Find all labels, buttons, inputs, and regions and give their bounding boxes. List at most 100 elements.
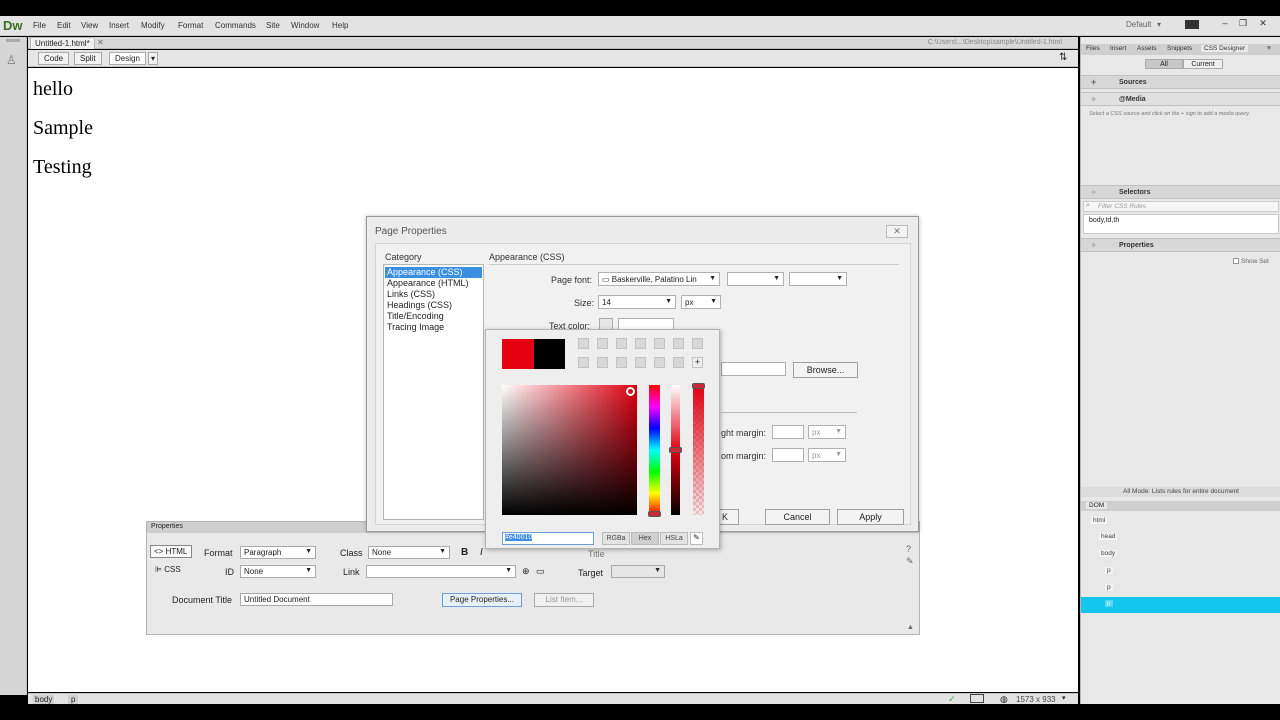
code-view-button[interactable]: Code	[38, 52, 70, 65]
background-image-input[interactable]	[721, 362, 786, 376]
view-options-dropdown[interactable]: ▾	[148, 52, 159, 65]
menu-file[interactable]: File	[33, 21, 46, 30]
add-swatch-icon[interactable]: +	[692, 357, 703, 368]
file-management-icon[interactable]: ⇅	[1059, 52, 1067, 63]
hue-slider[interactable]	[649, 385, 660, 515]
hue-slider-knob[interactable]	[648, 511, 661, 517]
dom-node-p-selected[interactable]: p	[1105, 600, 1113, 607]
right-margin-input[interactable]	[772, 425, 804, 439]
bottom-margin-input[interactable]	[772, 448, 804, 462]
chevron-down-icon[interactable]: ▾	[1062, 694, 1066, 702]
document-title-input[interactable]: Untitled Document	[240, 593, 393, 606]
category-appearance-html[interactable]: Appearance (HTML)	[385, 278, 482, 289]
class-select[interactable]: None ▼	[368, 546, 450, 559]
help-icon[interactable]: ?	[906, 544, 911, 554]
recent-swatch[interactable]	[654, 357, 665, 368]
link-input[interactable]: ▼	[366, 565, 516, 578]
sources-header[interactable]: + Sources	[1081, 75, 1280, 89]
user-icon[interactable]: ♙	[6, 53, 17, 67]
design-view-button[interactable]: Design	[109, 52, 146, 65]
desktop-size-icon[interactable]	[970, 694, 984, 703]
tab-css-designer[interactable]: CSS Designer	[1201, 45, 1249, 52]
tag-selector-p[interactable]: p	[68, 695, 79, 704]
panel-menu-icon[interactable]: ≡	[1267, 45, 1271, 52]
menu-edit[interactable]: Edit	[57, 21, 71, 30]
italic-button[interactable]: I	[480, 547, 483, 558]
tag-selector-body[interactable]: body	[33, 695, 55, 704]
selector-item[interactable]: body,td,th	[1089, 217, 1119, 224]
paragraph-sample[interactable]: Sample	[33, 117, 93, 140]
recent-swatch[interactable]	[578, 357, 589, 368]
collapse-handle[interactable]	[6, 39, 20, 42]
previous-color-swatch[interactable]	[534, 339, 565, 369]
bold-button[interactable]: B	[461, 547, 468, 558]
eyedropper-icon[interactable]: ✎	[690, 532, 703, 545]
alpha-slider[interactable]	[693, 385, 704, 515]
close-icon[interactable]: ✕	[1256, 18, 1270, 30]
font-style-select[interactable]: ▼	[727, 272, 784, 286]
size-select[interactable]: 14 ▼	[598, 295, 676, 309]
recent-swatch[interactable]	[616, 338, 627, 349]
category-title-encoding[interactable]: Title/Encoding	[385, 311, 482, 322]
recent-swatch[interactable]	[673, 338, 684, 349]
category-appearance-css[interactable]: Appearance (CSS)	[385, 267, 482, 278]
menu-modify[interactable]: Modify	[141, 21, 165, 30]
menu-format[interactable]: Format	[178, 21, 203, 30]
dom-node-p[interactable]: p	[1105, 567, 1113, 574]
right-margin-unit[interactable]: px ▼	[808, 425, 846, 439]
current-toggle[interactable]: Current	[1183, 59, 1223, 69]
window-size[interactable]: 1573 x 933	[1016, 695, 1056, 704]
bottom-margin-unit[interactable]: px ▼	[808, 448, 846, 462]
menu-view[interactable]: View	[81, 21, 98, 30]
workspace-switcher[interactable]: Default	[1126, 20, 1151, 29]
selectors-header[interactable]: + Selectors	[1081, 185, 1280, 199]
collapse-icon[interactable]: ▲	[907, 624, 914, 631]
size-unit-select[interactable]: px ▼	[681, 295, 721, 309]
id-select[interactable]: None ▼	[240, 565, 316, 578]
minimize-icon[interactable]: –	[1218, 18, 1232, 30]
all-toggle[interactable]: All	[1145, 59, 1183, 69]
cancel-button[interactable]: Cancel	[765, 509, 830, 525]
mode-rgba-button[interactable]: RGBa	[602, 532, 630, 545]
close-icon[interactable]: ✕	[886, 225, 908, 238]
dom-node-body[interactable]: body	[1099, 550, 1118, 557]
point-to-file-icon[interactable]: ⊕	[522, 566, 530, 577]
dom-node-p[interactable]: p	[1105, 584, 1113, 591]
restore-icon[interactable]: ❐	[1236, 18, 1250, 30]
recent-swatch[interactable]	[616, 357, 627, 368]
page-properties-button[interactable]: Page Properties...	[442, 593, 522, 607]
recent-swatch[interactable]	[578, 338, 589, 349]
mode-hex-button[interactable]: Hex	[631, 532, 659, 545]
browse-button[interactable]: Browse...	[793, 362, 858, 378]
paragraph-hello[interactable]: hello	[33, 78, 73, 101]
dom-node-head[interactable]: head	[1099, 533, 1118, 540]
menu-commands[interactable]: Commands	[215, 21, 256, 30]
alpha-slider-knob[interactable]	[692, 383, 705, 389]
css-mode-button[interactable]: ⊫ CSS	[155, 565, 181, 574]
tab-files[interactable]: Files	[1086, 45, 1100, 52]
category-headings-css[interactable]: Headings (CSS)	[385, 300, 482, 311]
menu-window[interactable]: Window	[291, 21, 319, 30]
current-color-swatch[interactable]	[502, 339, 534, 369]
dom-row-selected[interactable]: p	[1081, 597, 1280, 613]
font-weight-select[interactable]: ▼	[789, 272, 847, 286]
add-source-icon[interactable]: +	[1091, 77, 1096, 87]
dom-node-html[interactable]: html	[1091, 517, 1108, 524]
browse-folder-icon[interactable]: ▭	[536, 566, 545, 577]
apply-button[interactable]: Apply	[837, 509, 904, 525]
saturation-slider-knob[interactable]	[669, 447, 682, 453]
page-font-select[interactable]: ▭ Baskerville, Palatino Lin ▼	[598, 272, 720, 286]
target-select[interactable]: ▼	[611, 565, 665, 578]
menu-help[interactable]: Help	[332, 21, 348, 30]
document-tab[interactable]: Untitled-1.html*	[30, 37, 95, 49]
sync-icon[interactable]	[1185, 20, 1199, 29]
add-selector-icon[interactable]: +	[1091, 187, 1096, 197]
properties-header[interactable]: + Properties	[1081, 238, 1280, 252]
menu-insert[interactable]: Insert	[109, 21, 129, 30]
checkbox-icon[interactable]	[1233, 258, 1239, 264]
recent-swatch[interactable]	[654, 338, 665, 349]
category-tracing-image[interactable]: Tracing Image	[385, 322, 482, 333]
recent-swatch[interactable]	[692, 338, 703, 349]
edit-icon[interactable]: ✎	[906, 556, 914, 567]
add-property-icon[interactable]: +	[1091, 240, 1096, 250]
